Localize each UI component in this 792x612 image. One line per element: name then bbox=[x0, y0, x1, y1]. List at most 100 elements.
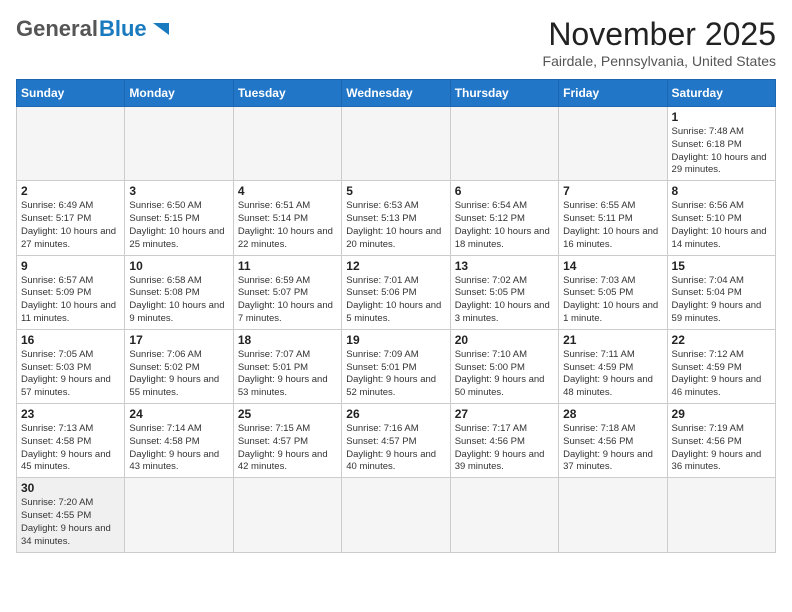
day-info: Sunrise: 7:07 AM Sunset: 5:01 PM Dayligh… bbox=[238, 349, 337, 400]
day-info: Sunrise: 7:11 AM Sunset: 4:59 PM Dayligh… bbox=[563, 349, 662, 400]
day-number: 4 bbox=[238, 184, 337, 198]
day-info: Sunrise: 7:01 AM Sunset: 5:06 PM Dayligh… bbox=[346, 275, 445, 326]
day-info: Sunrise: 6:49 AM Sunset: 5:17 PM Dayligh… bbox=[21, 200, 120, 251]
day-number: 10 bbox=[129, 259, 228, 273]
day-info: Sunrise: 6:50 AM Sunset: 5:15 PM Dayligh… bbox=[129, 200, 228, 251]
day-info: Sunrise: 6:54 AM Sunset: 5:12 PM Dayligh… bbox=[455, 200, 554, 251]
day-number: 19 bbox=[346, 333, 445, 347]
day-number: 2 bbox=[21, 184, 120, 198]
day-info: Sunrise: 7:48 AM Sunset: 6:18 PM Dayligh… bbox=[672, 126, 771, 177]
calendar-cell: 9 Sunrise: 6:57 AM Sunset: 5:09 PM Daylig… bbox=[17, 255, 125, 329]
calendar-cell: 13 Sunrise: 7:02 AM Sunset: 5:05 PM Dayli… bbox=[450, 255, 558, 329]
day-info: Sunrise: 7:17 AM Sunset: 4:56 PM Dayligh… bbox=[455, 423, 554, 474]
day-number: 24 bbox=[129, 407, 228, 421]
week-row-3: 9 Sunrise: 6:57 AM Sunset: 5:09 PM Daylig… bbox=[17, 255, 776, 329]
calendar-cell: 11Sunrise: 6:59 AM Sunset: 5:07 PM Dayli… bbox=[233, 255, 341, 329]
day-header-saturday: Saturday bbox=[667, 80, 775, 107]
day-number: 30 bbox=[21, 481, 120, 495]
calendar-cell bbox=[233, 478, 341, 552]
calendar-cell: 5Sunrise: 6:53 AM Sunset: 5:13 PM Daylig… bbox=[342, 181, 450, 255]
day-number: 27 bbox=[455, 407, 554, 421]
day-number: 23 bbox=[21, 407, 120, 421]
calendar-cell: 26Sunrise: 7:16 AM Sunset: 4:57 PM Dayli… bbox=[342, 404, 450, 478]
day-number: 17 bbox=[129, 333, 228, 347]
day-info: Sunrise: 6:53 AM Sunset: 5:13 PM Dayligh… bbox=[346, 200, 445, 251]
calendar-cell: 1 Sunrise: 7:48 AM Sunset: 6:18 PM Daylig… bbox=[667, 107, 775, 181]
calendar-cell: 27 Sunrise: 7:17 AM Sunset: 4:56 PM Dayli… bbox=[450, 404, 558, 478]
calendar-cell bbox=[667, 478, 775, 552]
week-row-1: 1 Sunrise: 7:48 AM Sunset: 6:18 PM Daylig… bbox=[17, 107, 776, 181]
day-header-tuesday: Tuesday bbox=[233, 80, 341, 107]
day-info: Sunrise: 7:16 AM Sunset: 4:57 PM Dayligh… bbox=[346, 423, 445, 474]
logo-blue-text: Blue bbox=[99, 16, 147, 42]
calendar-header: SundayMondayTuesdayWednesdayThursdayFrid… bbox=[17, 80, 776, 107]
calendar-cell: 25 Sunrise: 7:15 AM Sunset: 4:57 PM Dayli… bbox=[233, 404, 341, 478]
day-info: Sunrise: 7:15 AM Sunset: 4:57 PM Dayligh… bbox=[238, 423, 337, 474]
logo-triangle-icon bbox=[150, 18, 172, 40]
calendar-table: SundayMondayTuesdayWednesdayThursdayFrid… bbox=[16, 79, 776, 553]
calendar-cell bbox=[342, 107, 450, 181]
week-row-2: 2 Sunrise: 6:49 AM Sunset: 5:17 PM Daylig… bbox=[17, 181, 776, 255]
calendar-cell: 17 Sunrise: 7:06 AM Sunset: 5:02 PM Dayli… bbox=[125, 329, 233, 403]
day-number: 9 bbox=[21, 259, 120, 273]
day-number: 1 bbox=[672, 110, 771, 124]
day-number: 13 bbox=[455, 259, 554, 273]
day-info: Sunrise: 7:14 AM Sunset: 4:58 PM Dayligh… bbox=[129, 423, 228, 474]
day-info: Sunrise: 7:13 AM Sunset: 4:58 PM Dayligh… bbox=[21, 423, 120, 474]
page-header: General Blue November 2025 Fairdale, Pen… bbox=[16, 16, 776, 69]
calendar-cell: 19 Sunrise: 7:09 AM Sunset: 5:01 PM Dayli… bbox=[342, 329, 450, 403]
day-info: Sunrise: 7:06 AM Sunset: 5:02 PM Dayligh… bbox=[129, 349, 228, 400]
calendar-cell: 6 Sunrise: 6:54 AM Sunset: 5:12 PM Daylig… bbox=[450, 181, 558, 255]
calendar-cell: 3 Sunrise: 6:50 AM Sunset: 5:15 PM Daylig… bbox=[125, 181, 233, 255]
day-info: Sunrise: 7:04 AM Sunset: 5:04 PM Dayligh… bbox=[672, 275, 771, 326]
calendar-cell: 21 Sunrise: 7:11 AM Sunset: 4:59 PM Dayli… bbox=[559, 329, 667, 403]
title-area: November 2025 Fairdale, Pennsylvania, Un… bbox=[543, 16, 776, 69]
day-header-sunday: Sunday bbox=[17, 80, 125, 107]
day-info: Sunrise: 7:09 AM Sunset: 5:01 PM Dayligh… bbox=[346, 349, 445, 400]
day-info: Sunrise: 7:10 AM Sunset: 5:00 PM Dayligh… bbox=[455, 349, 554, 400]
day-number: 6 bbox=[455, 184, 554, 198]
week-row-5: 23 Sunrise: 7:13 AM Sunset: 4:58 PM Dayli… bbox=[17, 404, 776, 478]
day-number: 28 bbox=[563, 407, 662, 421]
calendar-cell bbox=[17, 107, 125, 181]
day-number: 11 bbox=[238, 259, 337, 273]
calendar-cell: 15Sunrise: 7:04 AM Sunset: 5:04 PM Dayli… bbox=[667, 255, 775, 329]
day-info: Sunrise: 6:58 AM Sunset: 5:08 PM Dayligh… bbox=[129, 275, 228, 326]
calendar-cell: 10 Sunrise: 6:58 AM Sunset: 5:08 PM Dayli… bbox=[125, 255, 233, 329]
day-header-thursday: Thursday bbox=[450, 80, 558, 107]
calendar-cell: 18 Sunrise: 7:07 AM Sunset: 5:01 PM Dayli… bbox=[233, 329, 341, 403]
day-number: 12 bbox=[346, 259, 445, 273]
calendar-cell: 20 Sunrise: 7:10 AM Sunset: 5:00 PM Dayli… bbox=[450, 329, 558, 403]
calendar-cell: 4Sunrise: 6:51 AM Sunset: 5:14 PM Daylig… bbox=[233, 181, 341, 255]
day-number: 3 bbox=[129, 184, 228, 198]
calendar-cell bbox=[125, 478, 233, 552]
day-info: Sunrise: 7:19 AM Sunset: 4:56 PM Dayligh… bbox=[672, 423, 771, 474]
day-info: Sunrise: 7:02 AM Sunset: 5:05 PM Dayligh… bbox=[455, 275, 554, 326]
calendar-cell: 23 Sunrise: 7:13 AM Sunset: 4:58 PM Dayli… bbox=[17, 404, 125, 478]
calendar-cell: 24 Sunrise: 7:14 AM Sunset: 4:58 PM Dayli… bbox=[125, 404, 233, 478]
day-number: 16 bbox=[21, 333, 120, 347]
day-number: 29 bbox=[672, 407, 771, 421]
day-number: 20 bbox=[455, 333, 554, 347]
calendar-cell: 30Sunrise: 7:20 AM Sunset: 4:55 PM Dayli… bbox=[17, 478, 125, 552]
calendar-cell bbox=[559, 107, 667, 181]
calendar-cell bbox=[559, 478, 667, 552]
logo-general-text: General bbox=[16, 16, 98, 42]
logo: General Blue bbox=[16, 16, 172, 42]
calendar-body: 1 Sunrise: 7:48 AM Sunset: 6:18 PM Daylig… bbox=[17, 107, 776, 553]
day-header-monday: Monday bbox=[125, 80, 233, 107]
day-number: 25 bbox=[238, 407, 337, 421]
calendar-cell: 2 Sunrise: 6:49 AM Sunset: 5:17 PM Daylig… bbox=[17, 181, 125, 255]
calendar-cell bbox=[450, 478, 558, 552]
day-number: 18 bbox=[238, 333, 337, 347]
day-header-friday: Friday bbox=[559, 80, 667, 107]
day-number: 21 bbox=[563, 333, 662, 347]
week-row-4: 16Sunrise: 7:05 AM Sunset: 5:03 PM Dayli… bbox=[17, 329, 776, 403]
day-number: 8 bbox=[672, 184, 771, 198]
day-info: Sunrise: 7:18 AM Sunset: 4:56 PM Dayligh… bbox=[563, 423, 662, 474]
calendar-cell bbox=[342, 478, 450, 552]
day-info: Sunrise: 6:57 AM Sunset: 5:09 PM Dayligh… bbox=[21, 275, 120, 326]
day-info: Sunrise: 6:55 AM Sunset: 5:11 PM Dayligh… bbox=[563, 200, 662, 251]
calendar-cell: 14Sunrise: 7:03 AM Sunset: 5:05 PM Dayli… bbox=[559, 255, 667, 329]
day-header-wednesday: Wednesday bbox=[342, 80, 450, 107]
